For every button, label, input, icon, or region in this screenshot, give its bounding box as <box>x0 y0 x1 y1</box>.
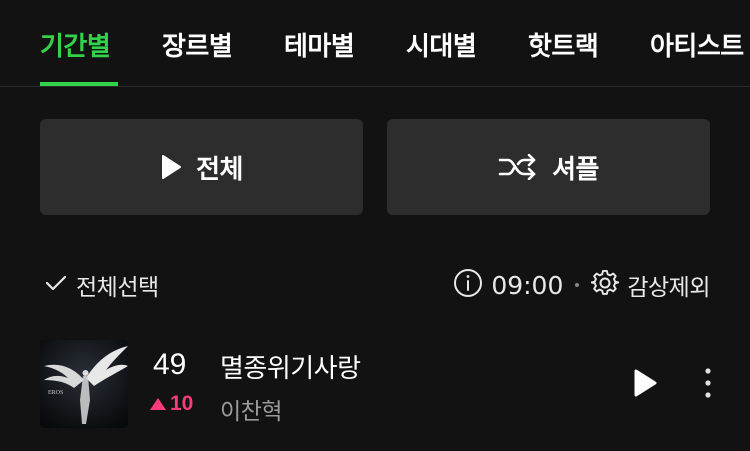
exclude-listening-label: 감상제외 <box>627 275 710 301</box>
album-art-text: EROS <box>48 390 63 396</box>
rank-up-icon <box>150 398 166 410</box>
select-all-label: 전체선택 <box>76 275 159 301</box>
list-tools: 09:00 감상제외 <box>453 268 710 302</box>
play-icon <box>634 369 657 397</box>
play-all-label: 전체 <box>196 154 243 185</box>
info-icon <box>453 268 483 302</box>
gear-icon <box>590 269 620 301</box>
play-icon <box>160 154 182 180</box>
tab-genre[interactable]: 장르별 <box>162 26 233 63</box>
category-tabs: 기간별 장르별 테마별 시대별 핫트랙 아티스트 <box>0 0 750 87</box>
tab-hot-track[interactable]: 핫트랙 <box>528 26 599 63</box>
artist-name[interactable]: 이찬혁 <box>220 392 282 426</box>
chart-screen: 기간별 장르별 테마별 시대별 핫트랙 아티스트 전체 셔플 전체선택 09:0… <box>0 0 750 451</box>
more-vertical-icon <box>705 368 711 398</box>
timer-time: 09:00 <box>491 270 564 300</box>
select-all-toggle[interactable]: 전체선택 <box>44 268 159 302</box>
tab-theme[interactable]: 테마별 <box>284 26 355 63</box>
track-play-button[interactable] <box>632 368 658 402</box>
rank-change: 10 <box>150 392 193 416</box>
exclude-listening-button[interactable]: 감상제외 <box>590 268 710 302</box>
tab-artist[interactable]: 아티스트 <box>650 26 744 63</box>
tab-era[interactable]: 시대별 <box>406 26 477 63</box>
shuffle-button[interactable]: 셔플 <box>387 119 710 215</box>
shuffle-icon <box>498 154 538 180</box>
track-row[interactable]: EROS 49 10 멸종위기사랑 이찬혁 <box>0 338 750 430</box>
rank-change-value: 10 <box>170 392 194 415</box>
check-icon <box>44 273 68 297</box>
tab-period[interactable]: 기간별 <box>40 26 111 63</box>
separator-dot <box>575 283 580 287</box>
shuffle-label: 셔플 <box>552 154 599 185</box>
more-options-button[interactable] <box>702 366 714 404</box>
play-all-button[interactable]: 전체 <box>40 119 363 215</box>
active-tab-indicator <box>40 82 118 86</box>
track-rank: 49 <box>153 348 187 381</box>
song-title[interactable]: 멸종위기사랑 <box>220 348 361 385</box>
album-art[interactable]: EROS <box>40 340 128 428</box>
timer-button[interactable]: 09:00 <box>453 268 563 302</box>
